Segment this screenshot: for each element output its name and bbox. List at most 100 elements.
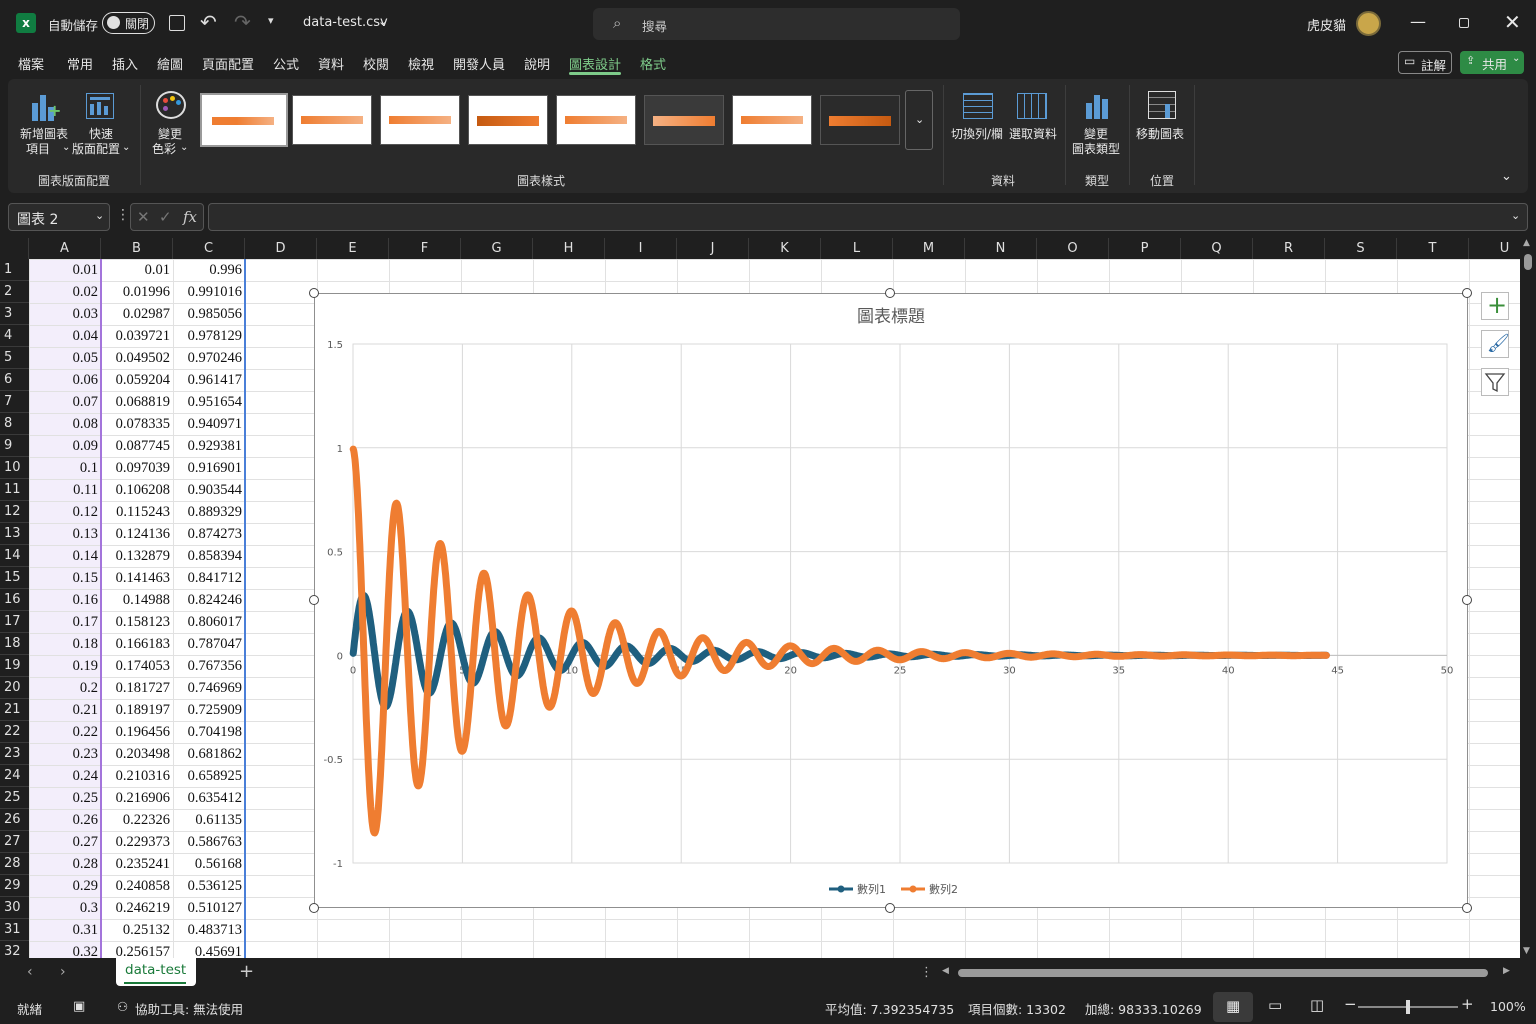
table-cell[interactable]: 0.1 <box>29 457 101 479</box>
column-header[interactable]: N <box>965 238 1037 259</box>
table-cell[interactable]: 0.970246 <box>173 347 245 369</box>
resize-handle-tc[interactable] <box>885 288 895 298</box>
minimize-icon[interactable]: — <box>1410 12 1426 31</box>
table-cell[interactable]: 0.158123 <box>101 611 173 633</box>
table-cell[interactable]: 0.16 <box>29 589 101 611</box>
table-cell[interactable]: 0.166183 <box>101 633 173 655</box>
table-cell[interactable]: 0.02987 <box>101 303 173 325</box>
table-cell[interactable]: 0.704198 <box>173 721 245 743</box>
table-cell[interactable]: 0.25132 <box>101 919 173 941</box>
column-header[interactable]: P <box>1109 238 1181 259</box>
table-cell[interactable]: 0.56168 <box>173 853 245 875</box>
accessibility-status[interactable]: 協助工具: 無法使用 <box>135 999 243 1018</box>
resize-handle-bl[interactable] <box>309 903 319 913</box>
table-cell[interactable]: 0.806017 <box>173 611 245 633</box>
row-header[interactable]: 26 <box>0 809 29 831</box>
table-cell[interactable]: 0.61135 <box>173 809 245 831</box>
filename[interactable]: data-test.csv <box>303 15 388 30</box>
column-header[interactable]: Q <box>1181 238 1253 259</box>
column-header[interactable]: L <box>821 238 893 259</box>
chart-style-8[interactable] <box>820 95 900 145</box>
table-cell[interactable]: 0.216906 <box>101 787 173 809</box>
zoom-slider[interactable] <box>1358 1000 1458 1014</box>
table-cell[interactable]: 0.996 <box>173 259 245 281</box>
table-cell[interactable]: 0.29 <box>29 875 101 897</box>
table-cell[interactable]: 0.45691 <box>173 941 245 958</box>
cancel-icon[interactable]: ✕ <box>137 208 150 226</box>
chart-style-6[interactable] <box>644 95 724 145</box>
row-header[interactable]: 7 <box>0 391 29 413</box>
add-chart-element-button[interactable]: + 新增圖表 項目 ⌄ <box>18 87 70 162</box>
table-cell[interactable]: 0.874273 <box>173 523 245 545</box>
chart-filters-button[interactable] <box>1481 368 1509 396</box>
resize-handle-br[interactable] <box>1462 903 1472 913</box>
column-header[interactable]: S <box>1325 238 1397 259</box>
row-header[interactable]: 20 <box>0 677 29 699</box>
table-cell[interactable]: 0.203498 <box>101 743 173 765</box>
column-header[interactable]: U <box>1469 238 1520 259</box>
table-cell[interactable]: 0.181727 <box>101 677 173 699</box>
row-header[interactable]: 27 <box>0 831 29 853</box>
row-header[interactable]: 12 <box>0 501 29 523</box>
chart-style-5[interactable] <box>556 95 636 145</box>
column-header[interactable]: K <box>749 238 821 259</box>
table-cell[interactable]: 0.858394 <box>173 545 245 567</box>
table-cell[interactable]: 0.15 <box>29 567 101 589</box>
horizontal-scrollbar[interactable]: ◀ ▶ <box>942 966 1516 980</box>
table-cell[interactable]: 0.039721 <box>101 325 173 347</box>
chart-area[interactable]: 圖表標題 0 5 10 15 20 25 30 35 40 45 50 1.5 1 0.5 0 -0.5 -1 數列… <box>314 293 1468 908</box>
collapse-ribbon-icon[interactable]: ⌄ <box>1501 169 1512 184</box>
chart-style-4[interactable] <box>468 95 548 145</box>
table-cell[interactable]: 0.240858 <box>101 875 173 897</box>
column-header[interactable]: H <box>533 238 605 259</box>
table-cell[interactable]: 0.09 <box>29 435 101 457</box>
table-cell[interactable]: 0.985056 <box>173 303 245 325</box>
row-header[interactable]: 15 <box>0 567 29 589</box>
column-header[interactable]: F <box>389 238 461 259</box>
row-header[interactable]: 29 <box>0 875 29 897</box>
switch-row-column-button[interactable]: 切換列/欄 <box>951 87 1007 152</box>
scroll-up-icon[interactable]: ▲ <box>1523 238 1530 248</box>
change-chart-type-button[interactable]: 變更 圖表類型 <box>1070 87 1124 162</box>
table-cell[interactable]: 0.210316 <box>101 765 173 787</box>
row-header[interactable]: 14 <box>0 545 29 567</box>
zoom-level[interactable]: 100% <box>1490 999 1526 1014</box>
row-header[interactable]: 17 <box>0 611 29 633</box>
table-cell[interactable]: 0.929381 <box>173 435 245 457</box>
column-header[interactable]: B <box>101 238 173 259</box>
scroll-thumb[interactable] <box>958 969 1488 977</box>
chart-style-3[interactable] <box>380 95 460 145</box>
table-cell[interactable]: 0.06 <box>29 369 101 391</box>
more-options-icon[interactable]: ⋮ <box>920 965 933 980</box>
table-cell[interactable]: 0.22 <box>29 721 101 743</box>
tab-view[interactable]: 檢視 <box>408 54 434 73</box>
table-cell[interactable]: 0.235241 <box>101 853 173 875</box>
table-cell[interactable]: 0.746969 <box>173 677 245 699</box>
row-header[interactable]: 2 <box>0 281 29 303</box>
insert-function-icon[interactable]: fx <box>183 208 197 226</box>
row-header[interactable]: 25 <box>0 787 29 809</box>
restore-icon[interactable] <box>1459 18 1469 28</box>
page-break-view-icon[interactable]: ◫ <box>1310 996 1324 1014</box>
select-data-button[interactable]: 選取資料 <box>1007 87 1059 152</box>
tab-data[interactable]: 資料 <box>318 54 344 73</box>
close-icon[interactable]: ✕ <box>1504 10 1521 34</box>
legend-label[interactable]: 數列2 <box>929 882 958 896</box>
share-button[interactable]: ⇪ 共用 ⌄ <box>1460 51 1524 74</box>
table-cell[interactable]: 0.767356 <box>173 655 245 677</box>
table-cell[interactable]: 0.23 <box>29 743 101 765</box>
zoom-in-icon[interactable]: + <box>1461 995 1474 1013</box>
table-cell[interactable]: 0.141463 <box>101 567 173 589</box>
table-cell[interactable]: 0.12 <box>29 501 101 523</box>
add-sheet-button[interactable]: + <box>239 961 254 982</box>
table-cell[interactable]: 0.01 <box>29 259 101 281</box>
table-cell[interactable]: 0.3 <box>29 897 101 919</box>
row-header[interactable]: 10 <box>0 457 29 479</box>
search-box[interactable]: ⌕ 搜尋 <box>593 8 960 40</box>
table-cell[interactable]: 0.536125 <box>173 875 245 897</box>
tab-file[interactable]: 檔案 <box>18 54 44 73</box>
table-cell[interactable]: 0.951654 <box>173 391 245 413</box>
table-cell[interactable]: 0.174053 <box>101 655 173 677</box>
table-cell[interactable]: 0.681862 <box>173 743 245 765</box>
zoom-slider-thumb[interactable] <box>1406 1000 1410 1014</box>
